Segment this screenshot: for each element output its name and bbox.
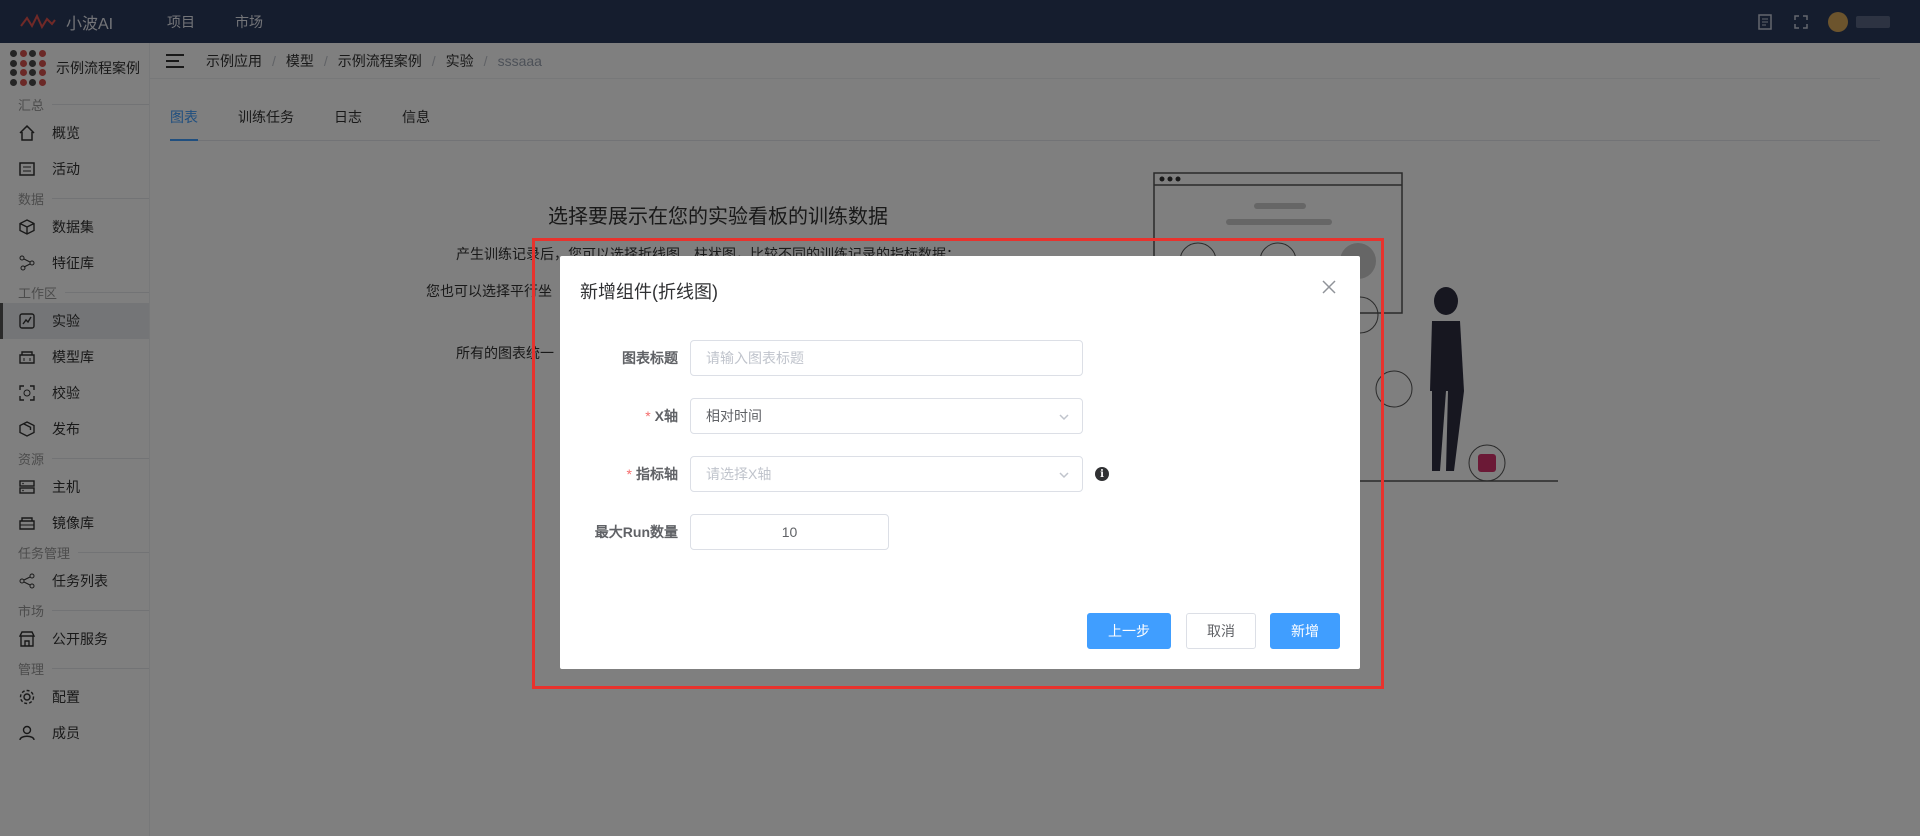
chevron-down-icon	[1059, 472, 1069, 479]
info-icon[interactable]: i	[1095, 467, 1109, 481]
max-runs-label: 最大Run数量	[594, 524, 678, 540]
form-row-chart-title: 图表标题 请输入图表标题	[560, 340, 1083, 376]
required-mark: *	[626, 466, 632, 482]
form-row-x-axis: * X轴 相对时间	[560, 398, 1083, 434]
required-mark: *	[645, 408, 651, 424]
metric-axis-select[interactable]: 请选择X轴	[690, 456, 1083, 492]
max-runs-input[interactable]: 10	[690, 514, 889, 550]
x-axis-label: * X轴	[645, 408, 678, 424]
x-axis-select[interactable]: 相对时间	[690, 398, 1083, 434]
form-row-metric-axis: * 指标轴 请选择X轴 i	[560, 456, 1109, 492]
add-button[interactable]: 新增	[1270, 613, 1340, 649]
metric-axis-placeholder: 请选择X轴	[706, 466, 772, 482]
chart-title-label: 图表标题	[622, 350, 678, 366]
form-row-max-runs: 最大Run数量 10	[560, 514, 889, 550]
cancel-button[interactable]: 取消	[1186, 613, 1256, 649]
close-icon[interactable]	[1322, 280, 1336, 294]
x-axis-value: 相对时间	[706, 408, 762, 424]
chevron-down-icon	[1059, 414, 1069, 421]
prev-step-button[interactable]: 上一步	[1087, 613, 1171, 649]
dialog-title: 新增组件(折线图)	[580, 282, 718, 302]
add-widget-dialog: 新增组件(折线图) 图表标题 请输入图表标题 * X轴 相对时间 * 指标轴 请选择…	[560, 256, 1360, 669]
chart-title-input[interactable]: 请输入图表标题	[690, 340, 1083, 376]
metric-axis-label: * 指标轴	[626, 466, 678, 482]
